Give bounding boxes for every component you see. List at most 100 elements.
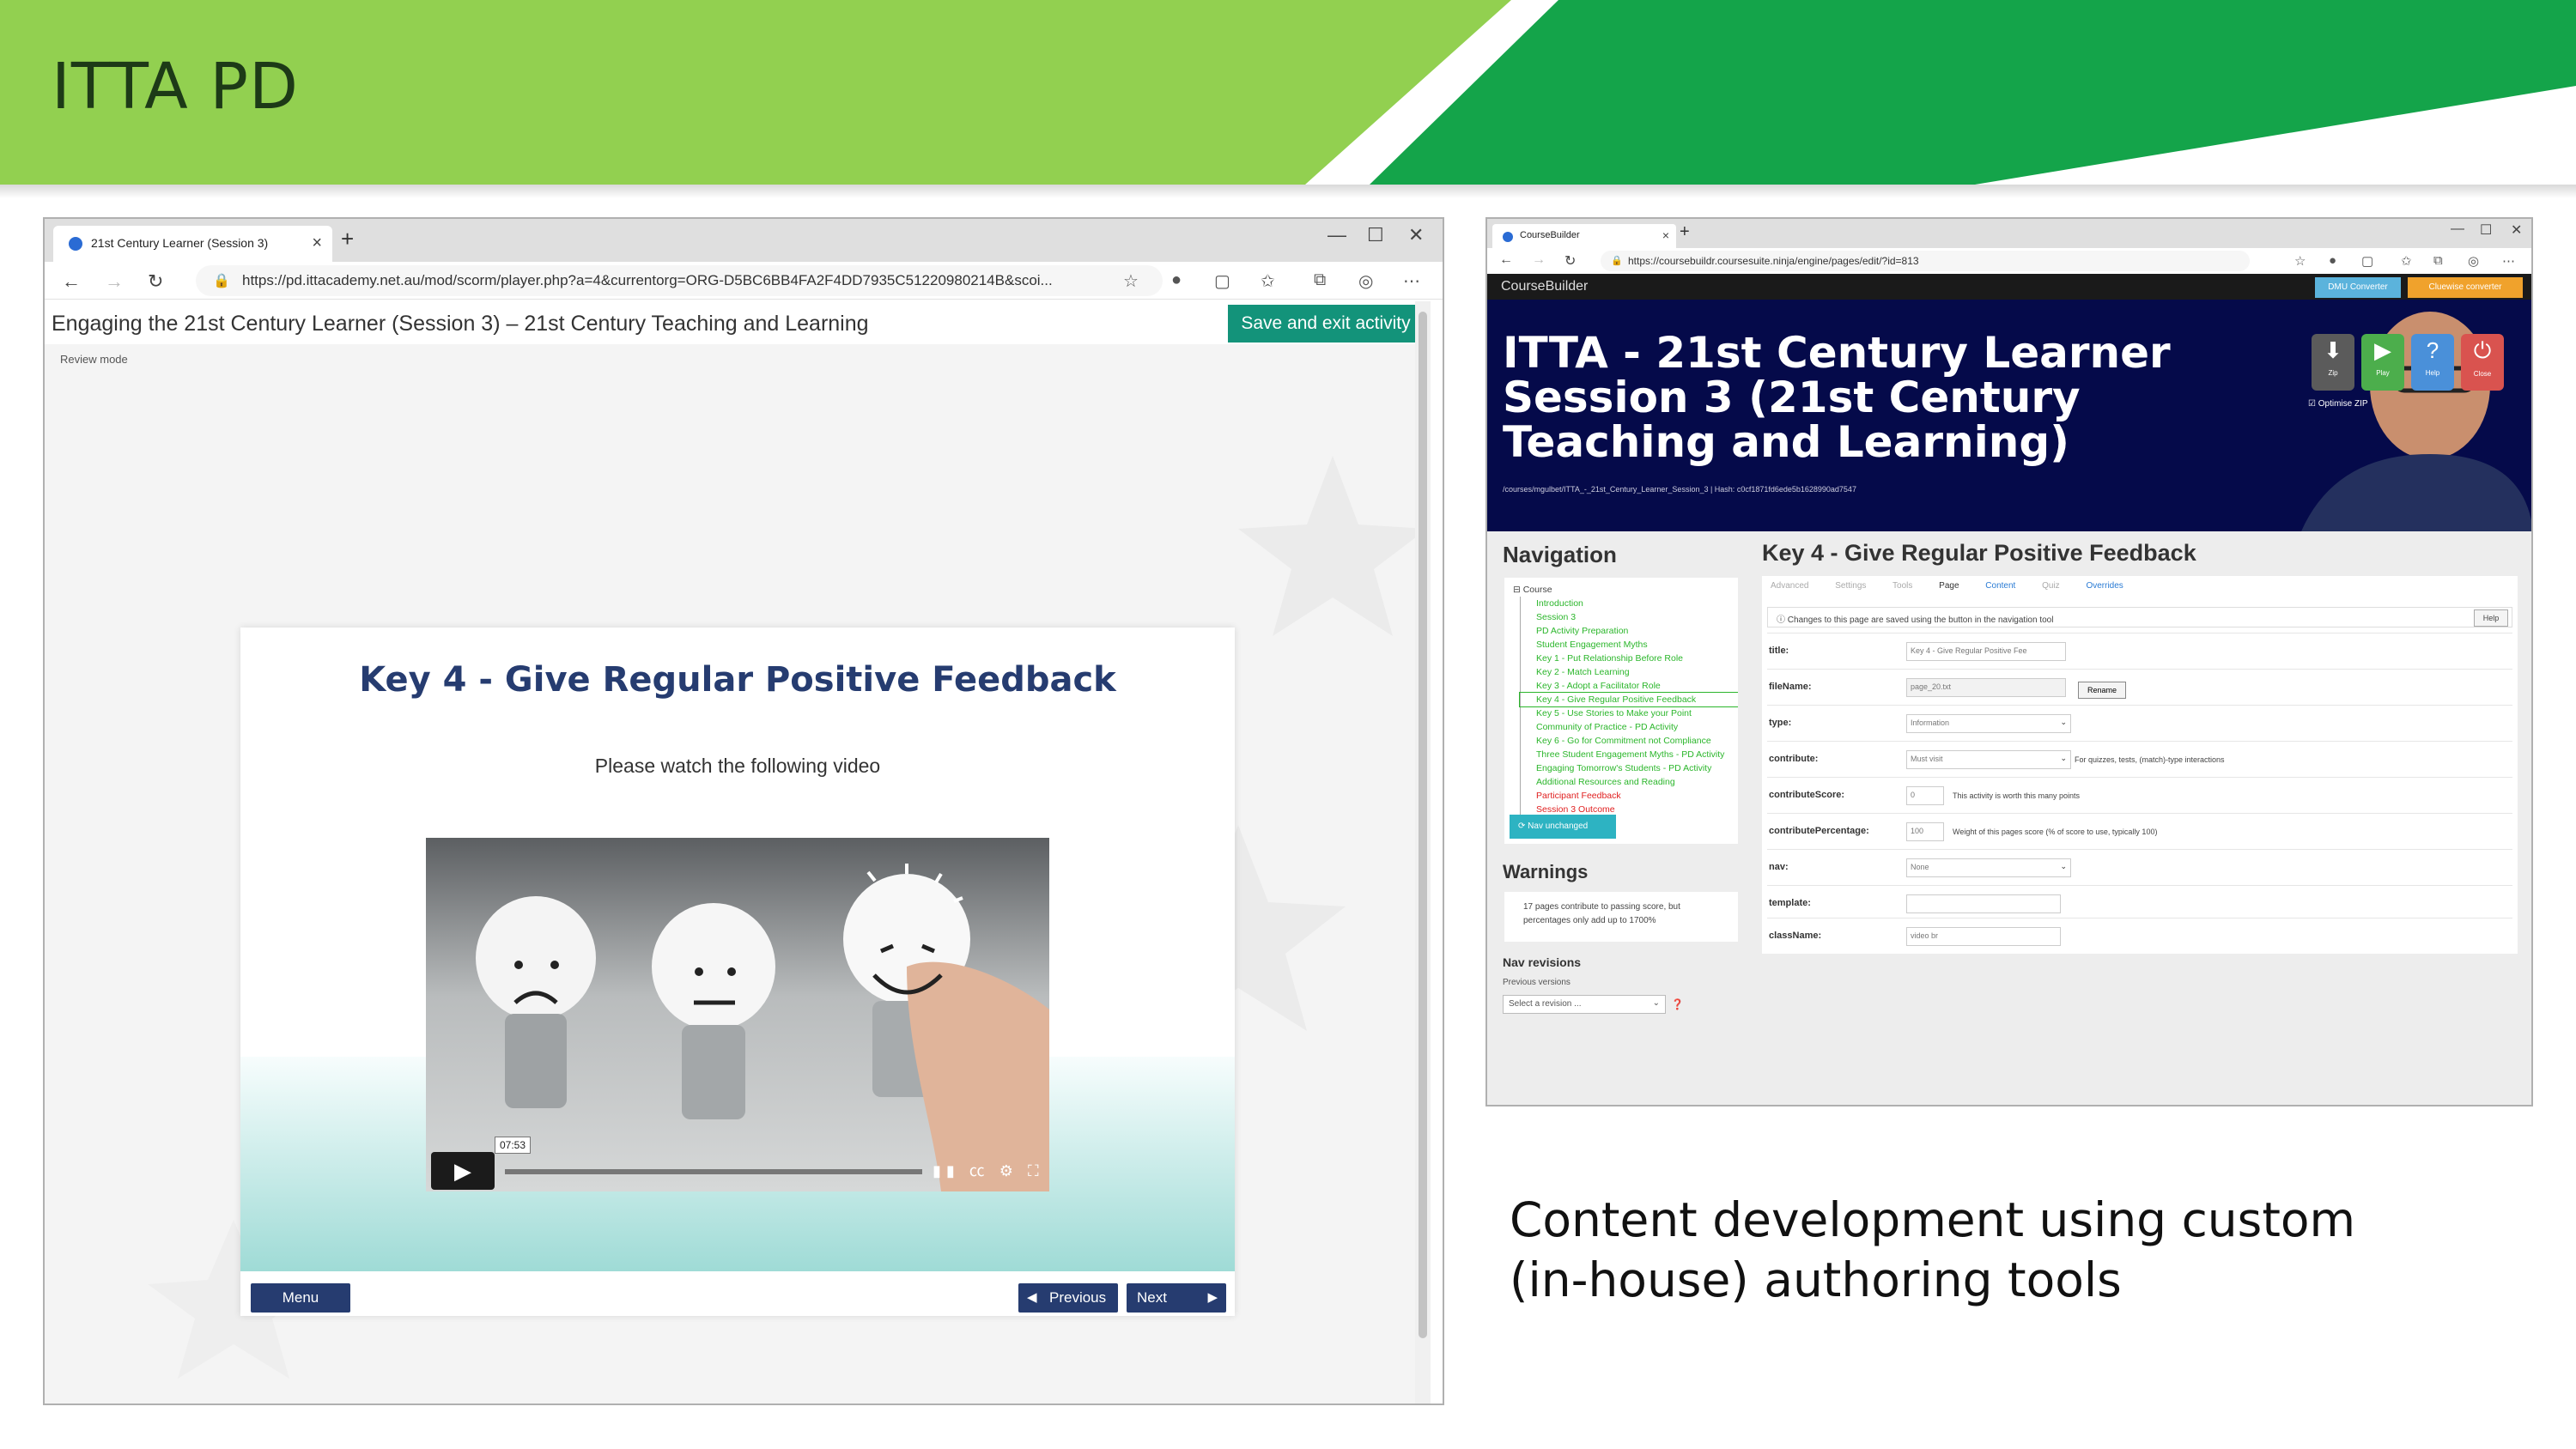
help-button[interactable]: Help	[2474, 609, 2508, 627]
help-button[interactable]: ? Help	[2411, 334, 2454, 391]
tree-item[interactable]: Key 5 - Use Stories to Make your Point	[1520, 706, 1738, 720]
favorite-star-icon[interactable]: ☆	[1123, 270, 1139, 292]
contribute-select[interactable]: Must visit ⌄	[1906, 750, 2071, 769]
tree-item[interactable]: Engaging Tomorrow's Students - PD Activi…	[1520, 761, 1738, 775]
chevron-down-icon: ⌄	[1652, 998, 1660, 1008]
close-tab-icon[interactable]: ×	[1662, 228, 1669, 242]
tree-item[interactable]: Introduction	[1520, 597, 1738, 610]
tab-page[interactable]: Page	[1939, 581, 1959, 591]
profile-icon[interactable]: ●	[1171, 270, 1182, 290]
template-input[interactable]	[1906, 894, 2061, 913]
nav-select[interactable]: None ⌄	[1906, 858, 2071, 877]
reload-icon[interactable]: ↻	[1564, 252, 1576, 270]
nav-unchanged-button[interactable]: ⟳ Nav unchanged	[1510, 815, 1616, 839]
tab-quiz[interactable]: Quiz	[2042, 581, 2060, 591]
zip-download-button[interactable]: ⬇ Zip	[2312, 334, 2354, 391]
extension-icon[interactable]: ◎	[2468, 253, 2479, 269]
tree-item[interactable]: PD Activity Preparation	[1520, 624, 1738, 638]
extension-icon[interactable]: ◎	[1358, 270, 1373, 292]
tree-item[interactable]: Key 3 - Adopt a Facilitator Role	[1520, 679, 1738, 693]
profile-icon[interactable]: ●	[2329, 253, 2336, 268]
close-tab-icon[interactable]: ×	[312, 233, 322, 253]
contribute-score-input[interactable]: 0	[1906, 786, 1944, 805]
tree-item[interactable]: Student Engagement Myths	[1520, 638, 1738, 652]
tree-root[interactable]: ⊟ Course	[1513, 583, 1738, 597]
tab-advanced[interactable]: Advanced	[1771, 581, 1808, 591]
play-label: Play	[2376, 369, 2390, 377]
minimize-icon[interactable]: —	[2451, 221, 2464, 237]
course-title: ITTA - 21st Century Learner Session 3 (2…	[1503, 328, 2171, 467]
video-progress-bar[interactable]	[505, 1169, 922, 1174]
new-tab-icon[interactable]: +	[1680, 222, 1690, 242]
tree-item[interactable]: Key 1 - Put Relationship Before Role	[1520, 652, 1738, 665]
question-icon[interactable]: ❓	[1671, 998, 1684, 1010]
maximize-icon[interactable]: ☐	[1367, 224, 1384, 246]
editor-tabs: Advanced Settings Tools Page Content Qui…	[1771, 581, 2148, 591]
tree-item[interactable]: Three Student Engagement Myths - PD Acti…	[1520, 748, 1738, 761]
filename-input[interactable]: page_20.txt	[1906, 678, 2066, 697]
tab-overrides[interactable]: Overrides	[2086, 581, 2123, 591]
field-classname: className: video br	[1767, 918, 2512, 952]
browser-tab[interactable]: 21st Century Learner (Session 3) ×	[53, 226, 332, 262]
scrollbar-thumb[interactable]	[1419, 312, 1427, 1338]
tab-settings[interactable]: Settings	[1835, 581, 1866, 591]
tree-item[interactable]: Session 3	[1520, 610, 1738, 624]
save-and-exit-button[interactable]: Save and exit activity	[1228, 305, 1424, 343]
more-menu-icon[interactable]: ⋯	[1403, 270, 1420, 292]
forward-icon[interactable]: →	[1532, 252, 1546, 268]
revision-select[interactable]: Select a revision ... ⌄	[1503, 995, 1666, 1014]
tree-item[interactable]: Key 2 - Match Learning	[1520, 665, 1738, 679]
classname-input[interactable]: video br	[1906, 927, 2061, 946]
play-icon[interactable]: ▶	[431, 1152, 495, 1190]
forward-icon[interactable]: →	[105, 270, 124, 293]
scrollbar[interactable]	[1415, 301, 1431, 1404]
browser-tab[interactable]: CourseBuilder ×	[1492, 224, 1676, 248]
reload-icon[interactable]: ↻	[148, 270, 163, 293]
url-field[interactable]: 🔒 https://coursebuildr.coursesuite.ninja…	[1601, 251, 2250, 271]
close-window-icon[interactable]: ✕	[1408, 224, 1424, 246]
tree-item[interactable]: Key 6 - Go for Commitment not Compliance	[1520, 734, 1738, 748]
optimise-zip-checkbox[interactable]: ☑ Optimise ZIP	[2308, 399, 2368, 409]
tree-item[interactable]: Participant Feedback	[1520, 789, 1738, 803]
next-label: Next	[1137, 1289, 1167, 1306]
tab-content[interactable]: Content	[1985, 581, 2015, 591]
slide: ITTA PD 21st Century Learner (Session 3)…	[0, 0, 2576, 1449]
lms-browser-window: 21st Century Learner (Session 3) × + — ☐…	[43, 217, 1444, 1405]
video-player[interactable]: ▶ 07:53 ▮▮ ㏄ ⚙ ⛶	[426, 838, 1049, 1191]
title-input[interactable]: Key 4 - Give Regular Positive Fee	[1906, 642, 2066, 661]
course-title: Engaging the 21st Century Learner (Sessi…	[52, 312, 869, 336]
menu-button[interactable]: Menu	[251, 1283, 350, 1313]
tree-item-selected[interactable]: Key 4 - Give Regular Positive Feedback	[1519, 692, 1738, 707]
tree-item[interactable]: Community of Practice - PD Activity	[1520, 720, 1738, 734]
back-icon[interactable]: ←	[62, 270, 81, 293]
play-button[interactable]: ▶ Play	[2361, 334, 2404, 391]
favorites-icon[interactable]: ✩	[1261, 270, 1275, 292]
share-icon[interactable]: ⧉	[1314, 270, 1326, 290]
previous-label: Previous	[1049, 1289, 1107, 1306]
cluewise-converter-button[interactable]: Cluewise converter	[2408, 277, 2523, 298]
close-window-icon[interactable]: ✕	[2511, 221, 2522, 239]
video-settings-icons[interactable]: ▮▮ ㏄ ⚙ ⛶	[933, 1159, 1044, 1181]
type-select[interactable]: Information ⌄	[1906, 714, 2071, 733]
dmu-converter-button[interactable]: DMU Converter	[2315, 277, 2401, 298]
share-icon[interactable]: ⧉	[2433, 253, 2443, 268]
favorites-icon[interactable]: ✩	[2401, 253, 2412, 269]
minimize-icon[interactable]: —	[1327, 224, 1346, 246]
back-icon[interactable]: ←	[1499, 252, 1513, 268]
url-field[interactable]: 🔒 https://pd.ittacademy.net.au/mod/scorm…	[196, 265, 1163, 296]
new-tab-icon[interactable]: +	[341, 226, 354, 252]
close-button[interactable]: ⏻ Close	[2461, 334, 2504, 391]
collections-icon[interactable]: ▢	[1214, 270, 1230, 292]
collections-icon[interactable]: ▢	[2361, 253, 2373, 269]
tab-tools[interactable]: Tools	[1893, 581, 1912, 591]
zip-label: Zip	[2328, 369, 2338, 377]
more-menu-icon[interactable]: ⋯	[2502, 253, 2515, 269]
tree-item[interactable]: Additional Resources and Reading	[1520, 775, 1738, 789]
favorite-star-icon[interactable]: ☆	[2294, 253, 2306, 269]
next-button[interactable]: Next ▶	[1127, 1283, 1226, 1313]
rename-button[interactable]: Rename	[2078, 682, 2126, 699]
contribute-percentage-input[interactable]: 100	[1906, 822, 1944, 841]
previous-button[interactable]: ◀ Previous	[1018, 1283, 1118, 1313]
tab-bar: CourseBuilder × + — ☐ ✕	[1487, 219, 2531, 248]
maximize-icon[interactable]: ☐	[2480, 221, 2492, 239]
